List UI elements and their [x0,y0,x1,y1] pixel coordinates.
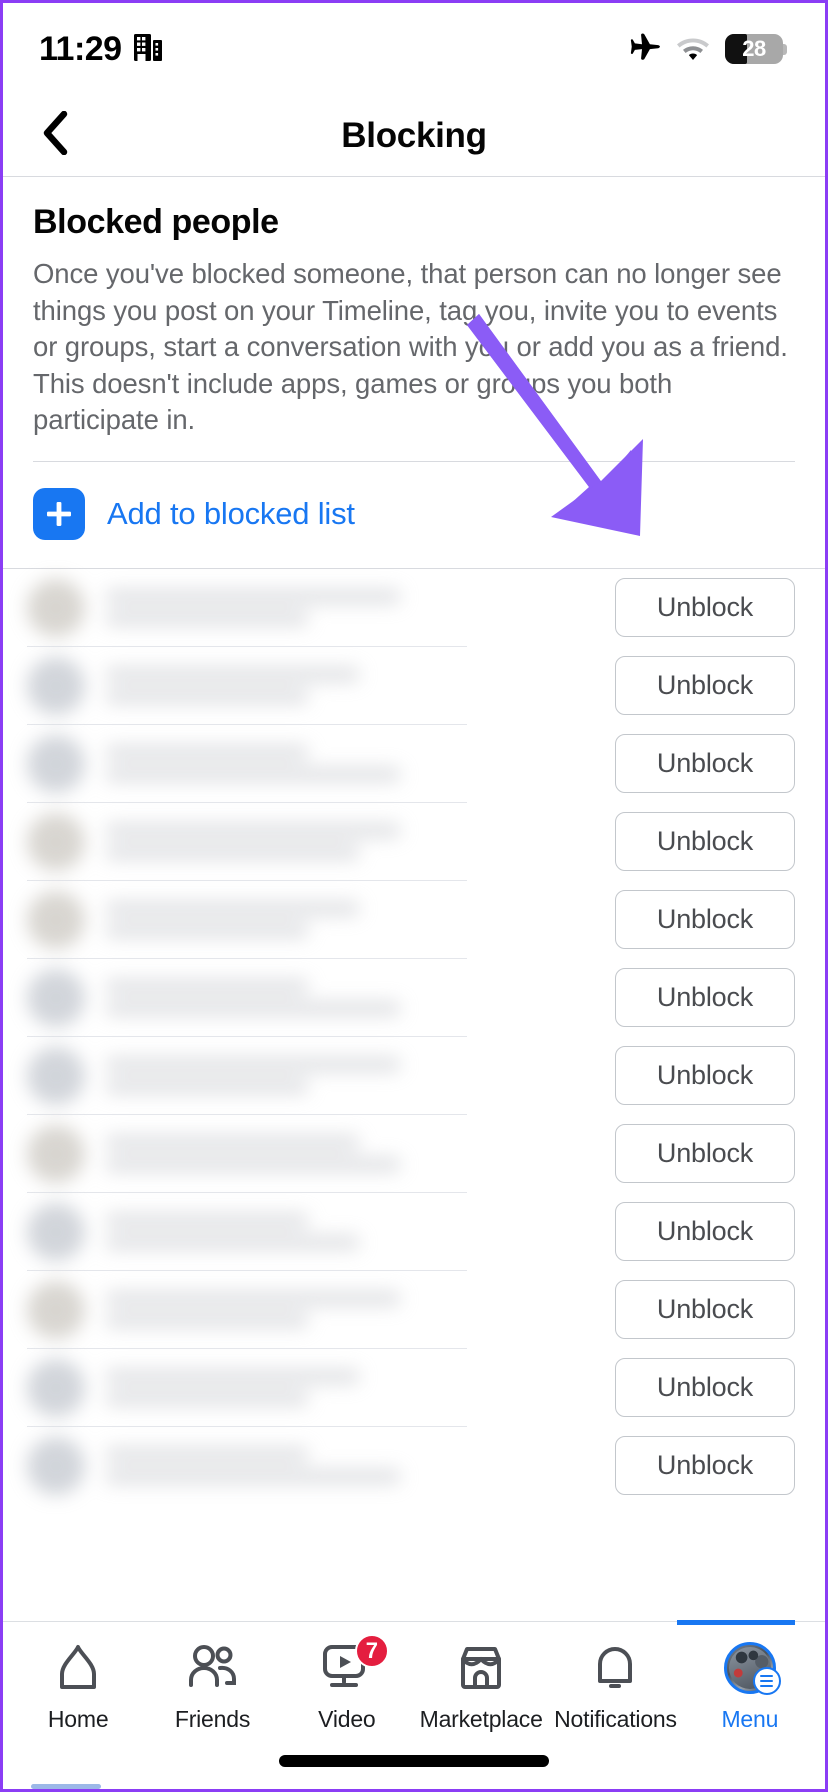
add-to-blocked-list-label: Add to blocked list [107,495,355,531]
video-badge: 7 [354,1634,389,1668]
battery-icon: 28 [725,34,787,64]
unblock-button[interactable]: Unblock [615,1124,795,1184]
avatar [27,734,85,793]
plus-icon [33,487,85,540]
status-bar-right: 28 [627,32,787,67]
tab-marketplace[interactable]: Marketplace [414,1640,548,1733]
unblock-button[interactable]: Unblock [615,1358,795,1418]
unblock-button[interactable]: Unblock [615,812,795,872]
blocked-person-info [27,1046,615,1105]
wifi-icon [675,33,711,66]
blocked-person-info [27,1358,615,1417]
unblock-button[interactable]: Unblock [615,1046,795,1106]
table-row[interactable]: Unblock [3,881,825,959]
active-tab-indicator [677,1620,795,1625]
avatar [27,890,85,949]
avatar [27,1046,85,1105]
avatar [27,1436,85,1495]
section-title: Blocked people [33,203,279,241]
bell-icon [589,1640,641,1696]
blocked-people-section: Blocked people Once you've blocked someo… [3,177,825,439]
avatar [27,1280,85,1339]
avatar [27,968,85,1027]
airplane-mode-icon [627,32,661,67]
avatar [723,1642,781,1695]
nav-bar: Blocking [3,95,825,177]
unblock-button[interactable]: Unblock [615,656,795,716]
unblock-button[interactable]: Unblock [615,734,795,794]
home-icon [51,1640,105,1696]
tab-video[interactable]: 7 Video [280,1634,414,1733]
scroll-indicator [31,1784,101,1789]
table-row[interactable]: Unblock [3,1349,825,1427]
unblock-button[interactable]: Unblock [615,890,795,950]
status-time: 11:29 [39,29,122,68]
marketplace-icon [454,1640,508,1696]
blocked-person-info [27,1436,615,1495]
table-row[interactable]: Unblock [3,647,825,725]
tab-label: Home [47,1706,109,1732]
table-row[interactable]: Unblock [3,725,825,803]
menu-avatar-icon [723,1640,781,1696]
blocked-person-info [27,812,615,871]
tab-label: Notifications [554,1706,677,1732]
avatar [27,656,85,715]
tab-bar: Home Friends 7 Video Marketplace Notific… [3,1620,825,1789]
unblock-button[interactable]: Unblock [615,1436,795,1496]
blocked-person-info [27,1280,615,1339]
tab-label: Video [318,1706,376,1732]
back-chevron-icon [42,110,68,160]
unblock-button[interactable]: Unblock [615,968,795,1028]
blocked-person-info [27,890,615,949]
avatar [27,812,85,871]
avatar [27,578,85,637]
tab-label: Friends [174,1706,251,1732]
unblock-button[interactable]: Unblock [615,578,795,638]
table-row[interactable]: Unblock [3,1115,825,1193]
status-bar: 11:29 28 [3,3,825,95]
tab-friends[interactable]: Friends [145,1640,279,1733]
table-row[interactable]: Unblock [3,959,825,1037]
add-to-blocked-list-button[interactable]: Add to blocked list [3,462,825,568]
unblock-button[interactable]: Unblock [615,1202,795,1262]
page-title: Blocking [341,115,487,155]
table-row[interactable]: Unblock [3,1037,825,1115]
building-icon [133,32,162,67]
blocked-person-info [27,1202,615,1261]
unblock-button[interactable]: Unblock [615,1280,795,1340]
blocked-person-info [27,656,615,715]
friends-icon [184,1640,240,1696]
phone-screen: 11:29 28 Blocking Blocked people Once yo… [0,0,828,1792]
table-row[interactable]: Unblock [3,569,825,647]
hamburger-icon [752,1667,781,1695]
avatar [27,1202,85,1261]
status-bar-left: 11:29 [39,30,162,69]
blocked-person-info [27,1124,615,1183]
tab-home[interactable]: Home [11,1640,145,1733]
blocked-person-info [27,968,615,1027]
battery-percent: 28 [742,36,766,61]
tab-notifications[interactable]: Notifications [548,1640,682,1733]
table-row[interactable]: Unblock [3,803,825,881]
video-icon: 7 [319,1634,389,1696]
table-row[interactable]: Unblock [3,1427,825,1505]
table-row[interactable]: Unblock [3,1193,825,1271]
table-row[interactable]: Unblock [3,1271,825,1349]
back-button[interactable] [27,108,83,164]
blocked-people-list: Unblock Unblock Unblock Unblock Unblock … [3,567,825,1505]
tab-label: Marketplace [419,1706,543,1732]
home-indicator [279,1755,549,1767]
tab-label: Menu [721,1706,779,1732]
blocked-person-info [27,734,615,793]
tab-menu[interactable]: Menu [683,1640,817,1733]
section-description: Once you've blocked someone, that person… [33,258,788,436]
blocked-person-info [27,578,615,637]
avatar [27,1358,85,1417]
avatar [27,1124,85,1183]
